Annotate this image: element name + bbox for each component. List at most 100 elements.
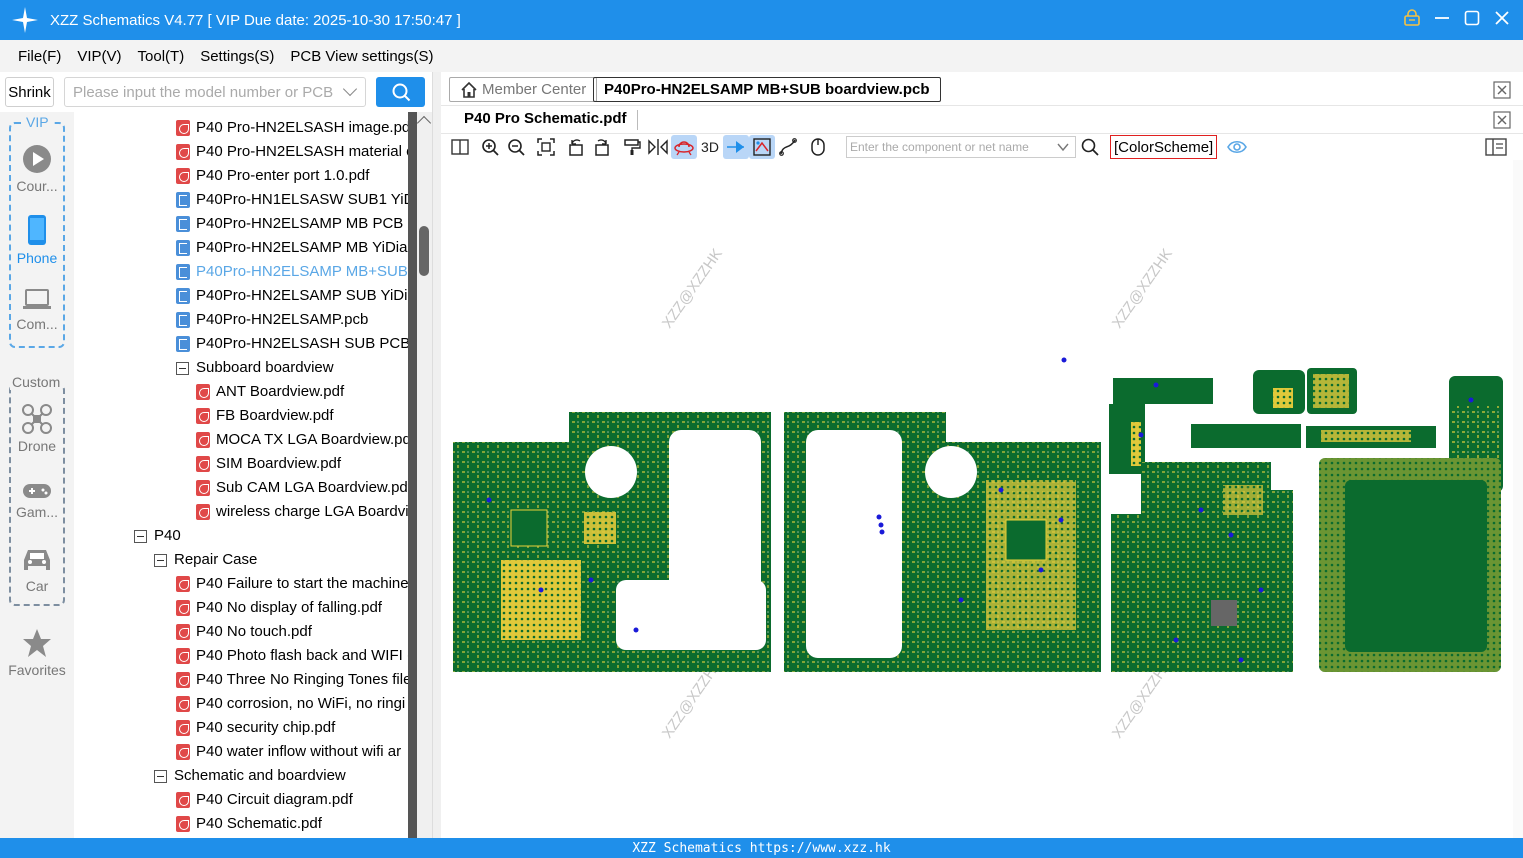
collapse-icon[interactable] bbox=[154, 769, 167, 783]
tree-file[interactable]: Sub CAM LGA Boardview.pdf bbox=[196, 476, 408, 500]
category-phone[interactable]: Phone bbox=[0, 214, 74, 266]
menu-tool[interactable]: Tool(T) bbox=[138, 48, 185, 65]
home-icon bbox=[461, 81, 477, 98]
category-drone[interactable]: Drone bbox=[0, 404, 74, 454]
tree-item-label: P40 Schematic.pdf bbox=[196, 815, 322, 832]
tree-file[interactable]: P40 Pro-HN2ELSASH material o bbox=[176, 140, 408, 164]
search-button[interactable] bbox=[376, 77, 425, 107]
category-favorites[interactable]: Favorites bbox=[0, 628, 74, 678]
model-search-input[interactable]: Please input the model number or PCB bbox=[64, 77, 366, 107]
fit-view-button[interactable] bbox=[533, 135, 559, 159]
eye-icon[interactable] bbox=[1227, 138, 1247, 156]
shrink-button[interactable]: Shrink bbox=[5, 77, 54, 107]
tree-file[interactable]: P40 Failure to start the machine bbox=[176, 572, 408, 596]
tree-file[interactable]: P40 Pro-enter port 1.0.pdf bbox=[176, 164, 369, 188]
chevron-down-icon[interactable] bbox=[1057, 142, 1069, 152]
category-courses[interactable]: Cour... bbox=[0, 144, 74, 194]
tree-file[interactable]: FB Boardview.pdf bbox=[196, 404, 334, 428]
minimize-button[interactable] bbox=[1427, 9, 1457, 32]
trace-tool-button[interactable] bbox=[775, 135, 801, 159]
close-button[interactable] bbox=[1487, 9, 1517, 32]
menu-vip[interactable]: VIP(V) bbox=[77, 48, 121, 65]
tree-item-label: wireless charge LGA Boardvi bbox=[216, 503, 408, 520]
close-tab-icon[interactable] bbox=[1493, 81, 1511, 99]
maximize-button[interactable] bbox=[1457, 9, 1487, 32]
tab-member-center[interactable]: Member Center bbox=[449, 77, 598, 102]
tree-file[interactable]: P40Pro-HN2ELSAMP MB YiDian bbox=[176, 236, 408, 260]
tree-item-label: P40 Three No Ringing Tones file bbox=[196, 671, 408, 688]
search-icon bbox=[392, 83, 410, 102]
chevron-down-icon[interactable] bbox=[342, 81, 358, 97]
tree-file[interactable]: wireless charge LGA Boardvi bbox=[196, 500, 408, 524]
lock-icon[interactable] bbox=[1397, 8, 1427, 32]
tree-folder[interactable]: Repair Case bbox=[154, 548, 257, 572]
tree-file[interactable]: P40 Circuit diagram.pdf bbox=[176, 788, 353, 812]
zoom-in-button[interactable] bbox=[477, 135, 503, 159]
tree-file[interactable]: P40Pro-HN2ELSAMP MB+SUB b bbox=[176, 260, 408, 284]
close-tab-icon[interactable] bbox=[1493, 111, 1511, 129]
pcb-board-sub-1[interactable] bbox=[1111, 462, 1293, 672]
category-computer[interactable]: Com... bbox=[0, 288, 74, 332]
tree-file[interactable]: P40Pro-HN2ELSASH SUB PCB la bbox=[176, 332, 408, 356]
category-car[interactable]: Car bbox=[0, 546, 74, 594]
net-highlight-button[interactable] bbox=[671, 135, 697, 159]
secondary-tab-bar: P40 Pro Schematic.pdf bbox=[441, 106, 1523, 134]
pdf-file-icon bbox=[196, 432, 210, 448]
tree-file[interactable]: P40Pro-HN1ELSASW SUB1 YiDia bbox=[176, 188, 408, 212]
play-icon bbox=[23, 145, 51, 173]
menu-settings[interactable]: Settings(S) bbox=[200, 48, 274, 65]
status-bar: XZZ Schematics https://www.xzz.hk bbox=[0, 838, 1523, 858]
color-scheme-button[interactable]: [ColorScheme] bbox=[1110, 135, 1218, 159]
collapse-icon[interactable] bbox=[134, 529, 147, 543]
tree-file[interactable]: P40 corrosion, no WiFi, no ringi bbox=[176, 692, 405, 716]
zoom-out-button[interactable] bbox=[503, 135, 529, 159]
rotate-left-button[interactable] bbox=[563, 135, 589, 159]
tree-file[interactable]: P40 No display of falling.pdf bbox=[176, 596, 382, 620]
tab-schematic-pdf[interactable]: P40 Pro Schematic.pdf bbox=[464, 110, 627, 127]
pcb-canvas[interactable]: XZZ@XZZHK XZZ@XZZHK XZZ@XZZHK XZZ@XZZHK bbox=[441, 160, 1513, 838]
side-panel-icon[interactable] bbox=[1485, 138, 1507, 156]
menu-file[interactable]: File(F) bbox=[18, 48, 61, 65]
tree-file[interactable]: P40 No touch.pdf bbox=[176, 620, 312, 644]
ufo-icon bbox=[674, 141, 694, 156]
tree-file[interactable]: P40Pro-HN2ELSAMP SUB YiDia bbox=[176, 284, 408, 308]
mirror-button[interactable] bbox=[645, 135, 671, 159]
tree-file[interactable]: P40Pro-HN2ELSAMP.pcb bbox=[176, 308, 368, 332]
tree-scrollbar-thumb[interactable] bbox=[419, 226, 429, 276]
tree-file[interactable]: P40 Three No Ringing Tones file bbox=[176, 668, 408, 692]
canvas-right-edge bbox=[1513, 160, 1523, 838]
tree-item-label: P40Pro-HN2ELSAMP.pcb bbox=[196, 311, 369, 328]
tree-file[interactable]: P40Pro-HN2ELSAMP MB PCB la bbox=[176, 212, 408, 236]
drone-icon bbox=[22, 404, 52, 434]
pcb-board-main-2[interactable] bbox=[784, 412, 1101, 672]
pcb-board-sub-2[interactable] bbox=[1319, 458, 1501, 672]
tree-file[interactable]: P40 Schematic.pdf bbox=[176, 812, 322, 836]
tree-file[interactable]: P40 Pro-HN2ELSASH image.pdf bbox=[176, 116, 408, 140]
tab-active-pcb[interactable]: P40Pro-HN2ELSAMP MB+SUB boardview.pcb bbox=[593, 77, 941, 102]
tree-folder[interactable]: P40 bbox=[134, 524, 181, 548]
3d-view-button[interactable]: 3D bbox=[697, 135, 723, 159]
split-view-button[interactable] bbox=[447, 135, 473, 159]
tree-file[interactable]: MOCA TX LGA Boardview.pd bbox=[196, 428, 408, 452]
tree-file[interactable]: ANT Boardview.pdf bbox=[196, 380, 344, 404]
menu-pcb-view-settings[interactable]: PCB View settings(S) bbox=[290, 48, 433, 65]
tree-file[interactable]: P40 water inflow without wifi ar bbox=[176, 740, 401, 764]
tree-folder[interactable]: Schematic and boardview bbox=[154, 764, 346, 788]
collapse-icon[interactable] bbox=[176, 361, 189, 375]
pin-arrow-button[interactable] bbox=[723, 135, 749, 159]
tree-file[interactable]: SIM Boardview.pdf bbox=[196, 452, 341, 476]
panel-splitter[interactable] bbox=[432, 72, 441, 838]
rotate-right-button[interactable] bbox=[589, 135, 615, 159]
pcb-board-view[interactable] bbox=[441, 160, 1513, 838]
collapse-icon[interactable] bbox=[154, 553, 167, 567]
tree-folder[interactable]: Subboard boardview bbox=[176, 356, 334, 380]
component-search-icon[interactable] bbox=[1081, 138, 1099, 156]
category-games[interactable]: Gam... bbox=[0, 482, 74, 520]
mouse-mode-button[interactable] bbox=[805, 135, 831, 159]
pcb-board-main-1[interactable] bbox=[453, 412, 771, 672]
format-painter-button[interactable] bbox=[619, 135, 645, 159]
layer-toggle-button[interactable] bbox=[749, 135, 775, 159]
component-search-input[interactable]: Enter the component or net name bbox=[846, 136, 1076, 158]
tree-file[interactable]: P40 security chip.pdf bbox=[176, 716, 335, 740]
tree-file[interactable]: P40 Photo flash back and WIFI ( bbox=[176, 644, 408, 668]
